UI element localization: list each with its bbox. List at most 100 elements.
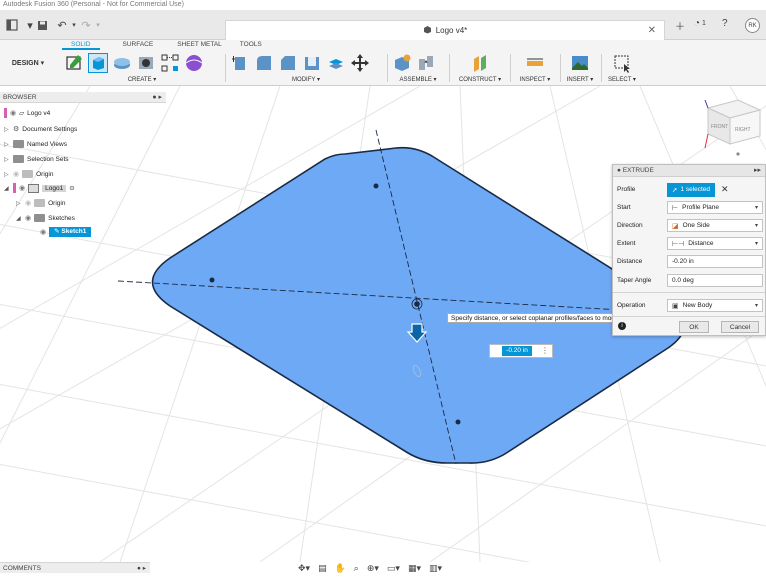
taper-angle-field[interactable]: 0.0 deg (667, 274, 763, 287)
cancel-button[interactable]: Cancel (721, 321, 759, 333)
dialog-expand-icon[interactable]: ▸▸ (754, 165, 761, 177)
create-form-icon[interactable] (184, 53, 204, 73)
expand-arrow-icon[interactable]: ▷ (4, 171, 10, 178)
workspace-switcher[interactable]: DESIGN ▾ (0, 43, 56, 83)
distance-field[interactable]: -0.20 in (667, 255, 763, 268)
job-status[interactable]: ◔ 1 (694, 18, 706, 29)
expand-arrow-icon[interactable]: ▷ (4, 141, 10, 148)
assemble-menu[interactable]: ASSEMBLE ▾ (392, 76, 444, 83)
pattern-icon[interactable] (160, 53, 180, 73)
browser-collapse-icon[interactable]: ● ▸ (152, 92, 162, 103)
user-menu[interactable]: RK (745, 18, 760, 33)
display-settings-icon[interactable]: ▭▾ (387, 563, 400, 574)
visibility-off-icon[interactable]: ◉ (13, 170, 19, 178)
viewcube[interactable]: FRONT RIGHT (704, 99, 762, 156)
revolve-icon[interactable] (112, 53, 132, 73)
distance-input-box[interactable]: -0.20 in ⋮ (489, 344, 553, 358)
browser-item-named-views[interactable]: ▷ Named Views (4, 138, 67, 150)
pan-icon[interactable]: ✋ (335, 563, 346, 574)
grid-icon[interactable]: ▦▾ (408, 563, 421, 574)
shell-icon[interactable] (302, 53, 322, 73)
browser-item-sketches[interactable]: ◢ ◉ Sketches (16, 212, 75, 224)
sketch-point[interactable] (414, 301, 420, 307)
construct-menu[interactable]: CONSTRUCT ▾ (454, 76, 506, 83)
browser-item-selection-sets[interactable]: ▷ Selection Sets (4, 153, 69, 165)
document-tab[interactable]: Logo v4* ✕ (225, 20, 665, 40)
save-icon[interactable] (34, 17, 50, 33)
sketch-icon: ✎ (54, 228, 60, 235)
direction-row: Direction ◪ One Side ▾ (617, 218, 763, 233)
browser-item-sketch1[interactable]: ◉ ✎ Sketch1 (40, 226, 92, 238)
start-select[interactable]: ⊢ Profile Plane ▾ (667, 201, 763, 214)
tab-tools[interactable]: TOOLS (231, 40, 271, 50)
clear-selection-icon[interactable]: ✕ (721, 184, 729, 195)
orbit-icon[interactable]: ✥▾ (298, 563, 310, 574)
collapse-arrow-icon[interactable]: ◢ (4, 185, 10, 192)
select-window-icon[interactable] (612, 53, 632, 73)
chamfer-icon[interactable] (278, 53, 298, 73)
workspace-tabs: SOLID SURFACE SHEET METAL TOOLS (62, 40, 271, 50)
viewports-icon[interactable]: ▥▾ (429, 563, 442, 574)
collapse-arrow-icon[interactable]: ◢ (16, 215, 22, 222)
comments-toggle-icon[interactable]: ● ▸ (137, 563, 146, 574)
operation-select[interactable]: ▣ New Body ▾ (667, 299, 763, 312)
sketch-point[interactable] (455, 419, 461, 425)
new-tab-icon[interactable]: ＋ (675, 18, 685, 33)
zoom-icon[interactable]: ⌕ (354, 563, 359, 574)
create-menu[interactable]: CREATE ▾ (64, 76, 220, 83)
browser-item-root[interactable]: ◉ ▱ Logo v4 (4, 107, 50, 119)
expand-arrow-icon[interactable]: ▷ (4, 126, 10, 133)
combine-icon[interactable] (326, 53, 346, 73)
dialog-divider (613, 316, 765, 317)
select-menu[interactable]: SELECT ▾ (604, 76, 640, 83)
expand-arrow-icon[interactable]: ▷ (4, 156, 10, 163)
activate-component-icon[interactable]: ⊙ (69, 184, 74, 192)
expand-arrow-icon[interactable]: ▷ (16, 200, 22, 207)
visibility-icon[interactable]: ◉ (40, 228, 46, 236)
tab-solid[interactable]: SOLID (62, 40, 100, 50)
browser-item-comp-origin[interactable]: ▷ ◉ Origin (16, 197, 65, 209)
visibility-icon[interactable]: ◉ (25, 214, 31, 222)
zoom-window-icon[interactable]: ⊕▾ (367, 563, 379, 574)
folder-icon (22, 170, 34, 178)
fillet-icon[interactable] (254, 53, 274, 73)
modify-menu[interactable]: MODIFY ▾ (230, 76, 382, 83)
insert-image-icon[interactable] (570, 53, 590, 73)
direction-select[interactable]: ◪ One Side ▾ (667, 219, 763, 232)
extent-select[interactable]: ⊢⊣ Distance ▾ (667, 237, 763, 250)
visibility-icon[interactable]: ◉ (19, 184, 25, 192)
inspect-menu[interactable]: INSPECT ▾ (514, 76, 556, 83)
joint-icon[interactable] (416, 53, 436, 73)
profile-select-button[interactable]: ➚ 1 selected (667, 182, 715, 197)
browser-item-doc-settings[interactable]: ▷ ⚙ Document Settings (4, 123, 77, 135)
redo-dropdown-icon[interactable]: ▾ (90, 17, 106, 33)
data-panel-icon[interactable] (4, 17, 20, 33)
insert-menu[interactable]: INSERT ▾ (563, 76, 597, 83)
offset-plane-icon[interactable] (470, 53, 490, 73)
help-icon[interactable]: ? (722, 18, 728, 29)
tab-surface[interactable]: SURFACE (114, 40, 163, 50)
sketch-point[interactable] (209, 277, 215, 283)
close-tab-icon[interactable]: ✕ (648, 25, 656, 36)
tab-sheet-metal[interactable]: SHEET METAL (168, 40, 231, 50)
ok-button[interactable]: OK (679, 321, 709, 333)
visibility-off-icon[interactable]: ◉ (25, 199, 31, 207)
measure-icon[interactable] (525, 53, 545, 73)
dialog-collapse-icon[interactable]: ● (617, 167, 621, 174)
more-options-icon[interactable]: ⋮ (541, 346, 549, 355)
look-at-icon[interactable]: ▤ (318, 563, 327, 574)
visibility-icon[interactable]: ◉ (10, 109, 16, 117)
distance-canvas-input[interactable]: -0.20 in (502, 346, 532, 356)
press-pull-icon[interactable] (230, 53, 250, 73)
create-sketch-icon[interactable] (64, 53, 84, 73)
folder-icon (13, 155, 24, 163)
hole-icon[interactable] (136, 53, 156, 73)
new-component-icon[interactable] (392, 53, 412, 73)
browser-item-component[interactable]: ◢ ◉ Logo1 ⊙ (4, 182, 75, 194)
move-icon[interactable] (350, 53, 370, 73)
sketch-point[interactable] (373, 183, 379, 189)
chevron-down-icon: ▾ (754, 223, 758, 229)
info-icon[interactable]: i (618, 322, 626, 330)
extrude-icon[interactable] (88, 53, 108, 73)
browser-item-origin[interactable]: ▷ ◉ Origin (4, 168, 53, 180)
